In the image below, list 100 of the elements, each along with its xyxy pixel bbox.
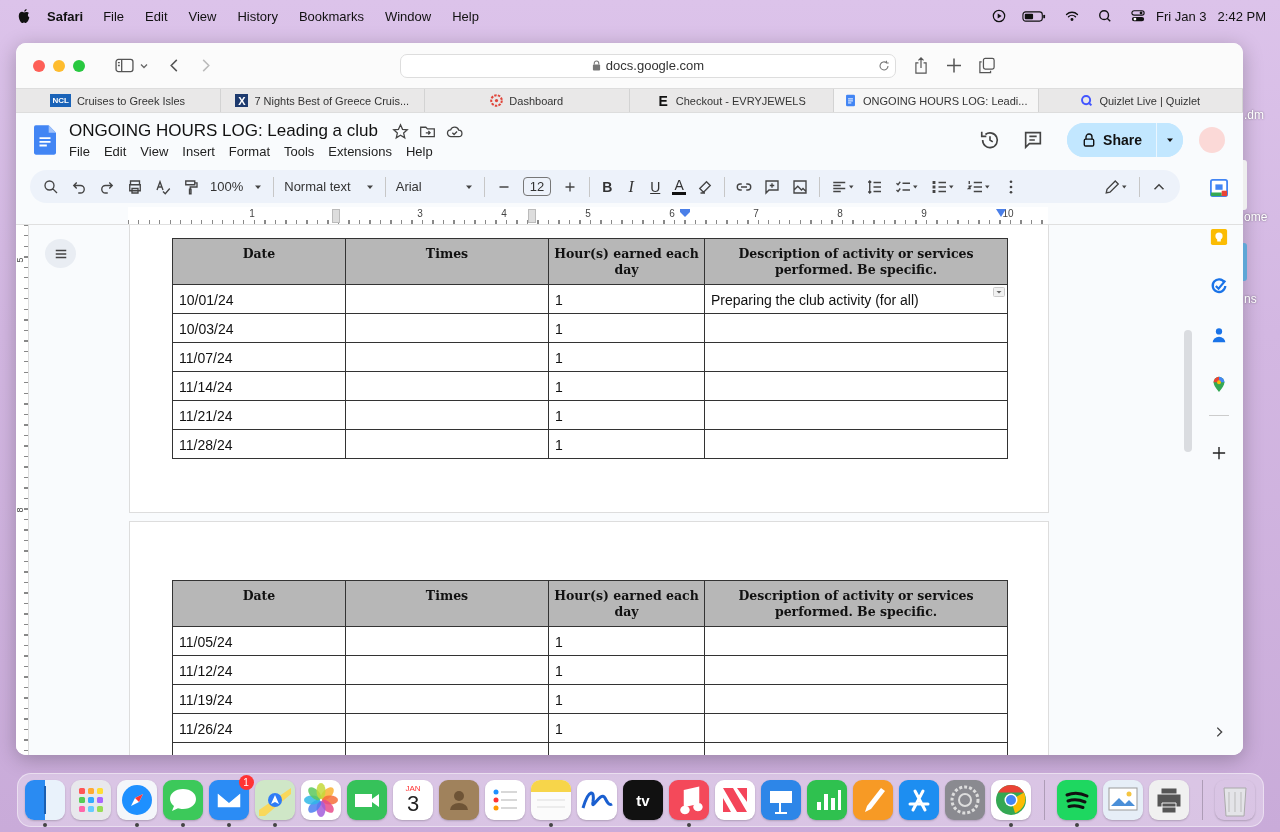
- podium-icon[interactable]: [761, 780, 801, 820]
- format-button[interactable]: U: [648, 178, 663, 195]
- format-button[interactable]: A: [672, 178, 687, 195]
- wifi-icon[interactable]: [1065, 9, 1079, 23]
- font-size-field[interactable]: 12: [522, 177, 552, 196]
- font-dropdown[interactable]: Arial: [395, 179, 474, 194]
- star-icon[interactable]: [391, 122, 409, 140]
- horizontal-ruler[interactable]: 1 3 4 5 6 7 8 9 10: [128, 207, 1048, 224]
- battery-icon[interactable]: [1022, 9, 1046, 23]
- squiggle-icon[interactable]: [577, 780, 617, 820]
- format-button[interactable]: I: [624, 177, 639, 196]
- style-dropdown[interactable]: Normal text: [284, 179, 375, 194]
- app-grid-icon[interactable]: [71, 780, 111, 820]
- format-button[interactable]: B: [600, 178, 615, 195]
- table-cell: 11/12/24: [172, 655, 346, 685]
- column-header: Description of activity or services performed. Be specific.: [704, 238, 1008, 285]
- add-icon[interactable]: [1212, 446, 1226, 460]
- menu-item[interactable]: Bookmarks: [298, 8, 364, 24]
- menu-item[interactable]: Extensions: [328, 144, 392, 159]
- browser-tab[interactable]: NCL Cruises to Greek Isles: [16, 89, 221, 112]
- insert-image-icon[interactable]: [791, 177, 810, 196]
- column-header: Date: [172, 238, 346, 285]
- apple-logo-icon[interactable]: [17, 8, 31, 24]
- menu-item[interactable]: View: [140, 144, 169, 159]
- menu-item[interactable]: View: [188, 8, 217, 24]
- menu-item[interactable]: Tools: [284, 144, 315, 159]
- address-field[interactable]: docs.google.com: [400, 53, 896, 78]
- indent-marker[interactable]: [528, 209, 536, 223]
- control-center-icon[interactable]: [1131, 9, 1145, 23]
- browser-icon[interactable]: [991, 780, 1031, 820]
- contact-book-icon[interactable]: [439, 780, 479, 820]
- menu-item[interactable]: Help: [452, 8, 479, 24]
- menu-item[interactable]: Format: [228, 144, 270, 159]
- table-cell: 11/26/24: [172, 713, 346, 743]
- browser-tab[interactable]: Quizlet Live | Quizlet: [1038, 89, 1243, 112]
- editing-mode-icon[interactable]: [1103, 177, 1129, 196]
- gear-icon[interactable]: [945, 780, 985, 820]
- menu-item[interactable]: Edit: [145, 8, 168, 24]
- lock-icon: [1083, 133, 1096, 147]
- play-circle-icon[interactable]: [992, 9, 1006, 23]
- music-note-icon[interactable]: [669, 780, 709, 820]
- reload-icon[interactable]: [878, 59, 890, 72]
- vertical-ruler[interactable]: 5 8: [16, 225, 29, 755]
- indent-marker[interactable]: [680, 209, 690, 217]
- sidebar-icon[interactable]: [115, 58, 134, 73]
- menubar-time[interactable]: 2:42 PM: [1217, 8, 1266, 24]
- share-icon[interactable]: [913, 57, 929, 74]
- menubar-date[interactable]: Fri Jan 3: [1156, 8, 1207, 24]
- envelope-icon[interactable]: [209, 780, 249, 820]
- tab-overview-icon[interactable]: [979, 57, 995, 74]
- table-cell: 11/19/24: [172, 684, 346, 714]
- scrollbar-thumb[interactable]: [1184, 330, 1192, 452]
- close-button[interactable]: [33, 59, 45, 72]
- browser-tab[interactable]: X 7 Nights Best of Greece Cruis...: [220, 89, 425, 112]
- outline-button[interactable]: [45, 239, 76, 268]
- back-icon[interactable]: [169, 58, 179, 73]
- document-title[interactable]: ONGOING HOURS LOG: Leading a club: [69, 121, 378, 141]
- menu-item[interactable]: File: [69, 144, 90, 159]
- menu-item[interactable]: Help: [405, 144, 433, 159]
- menu-item[interactable]: Window: [384, 8, 432, 24]
- calendar-icon[interactable]: [1210, 179, 1228, 197]
- search-icon[interactable]: [1098, 9, 1112, 23]
- flower-icon[interactable]: [301, 780, 341, 820]
- share-button[interactable]: Share: [1067, 123, 1157, 157]
- docs-logo-icon[interactable]: [34, 125, 56, 155]
- new-tab-icon[interactable]: [946, 57, 962, 74]
- browser-tab[interactable]: Dashboard: [425, 89, 630, 112]
- cell-menu-icon[interactable]: [993, 287, 1005, 297]
- tv-icon[interactable]: tv: [623, 780, 663, 820]
- menu-item[interactable]: Insert: [182, 144, 215, 159]
- menu-item[interactable]: Edit: [103, 144, 127, 159]
- photo-preview-icon[interactable]: [1103, 780, 1143, 820]
- sound-waves-icon[interactable]: [1057, 780, 1097, 820]
- site-favicon: E: [657, 94, 669, 107]
- paint-format-icon[interactable]: [182, 177, 200, 196]
- indent-marker[interactable]: [332, 209, 340, 223]
- printer-icon[interactable]: [1149, 780, 1189, 820]
- video-camera-icon[interactable]: [347, 780, 387, 820]
- table-cell: 1: [548, 371, 705, 401]
- zoom-dropdown[interactable]: 100%: [210, 179, 264, 194]
- map-icon[interactable]: [255, 780, 295, 820]
- menu-item[interactable]: File: [103, 8, 125, 24]
- ring-favicon-icon: [490, 94, 504, 107]
- print-icon[interactable]: [126, 177, 144, 196]
- checklist-icon[interactable]: [485, 780, 525, 820]
- compass-icon[interactable]: [117, 780, 157, 820]
- browser-tab[interactable]: ONGOING HOURS LOG: Leadi...: [834, 89, 1039, 112]
- calendar-icon[interactable]: JAN 3: [393, 780, 433, 820]
- table-cell: Preparing the club activity (for all): [711, 292, 919, 308]
- person-icon[interactable]: [1210, 326, 1228, 344]
- search-icon[interactable]: [42, 177, 60, 196]
- menu-item[interactable]: History: [237, 8, 278, 24]
- tasks-icon[interactable]: [1210, 277, 1228, 295]
- app-menu[interactable]: Safari: [47, 8, 84, 24]
- column-header: Hour(s) earned each day: [548, 238, 705, 285]
- bar-chart-icon[interactable]: [807, 780, 847, 820]
- two-tone-app-icon[interactable]: [25, 780, 65, 820]
- add-comment-icon[interactable]: [763, 177, 782, 196]
- news-icon[interactable]: [715, 780, 755, 820]
- app-store-icon[interactable]: [899, 780, 939, 820]
